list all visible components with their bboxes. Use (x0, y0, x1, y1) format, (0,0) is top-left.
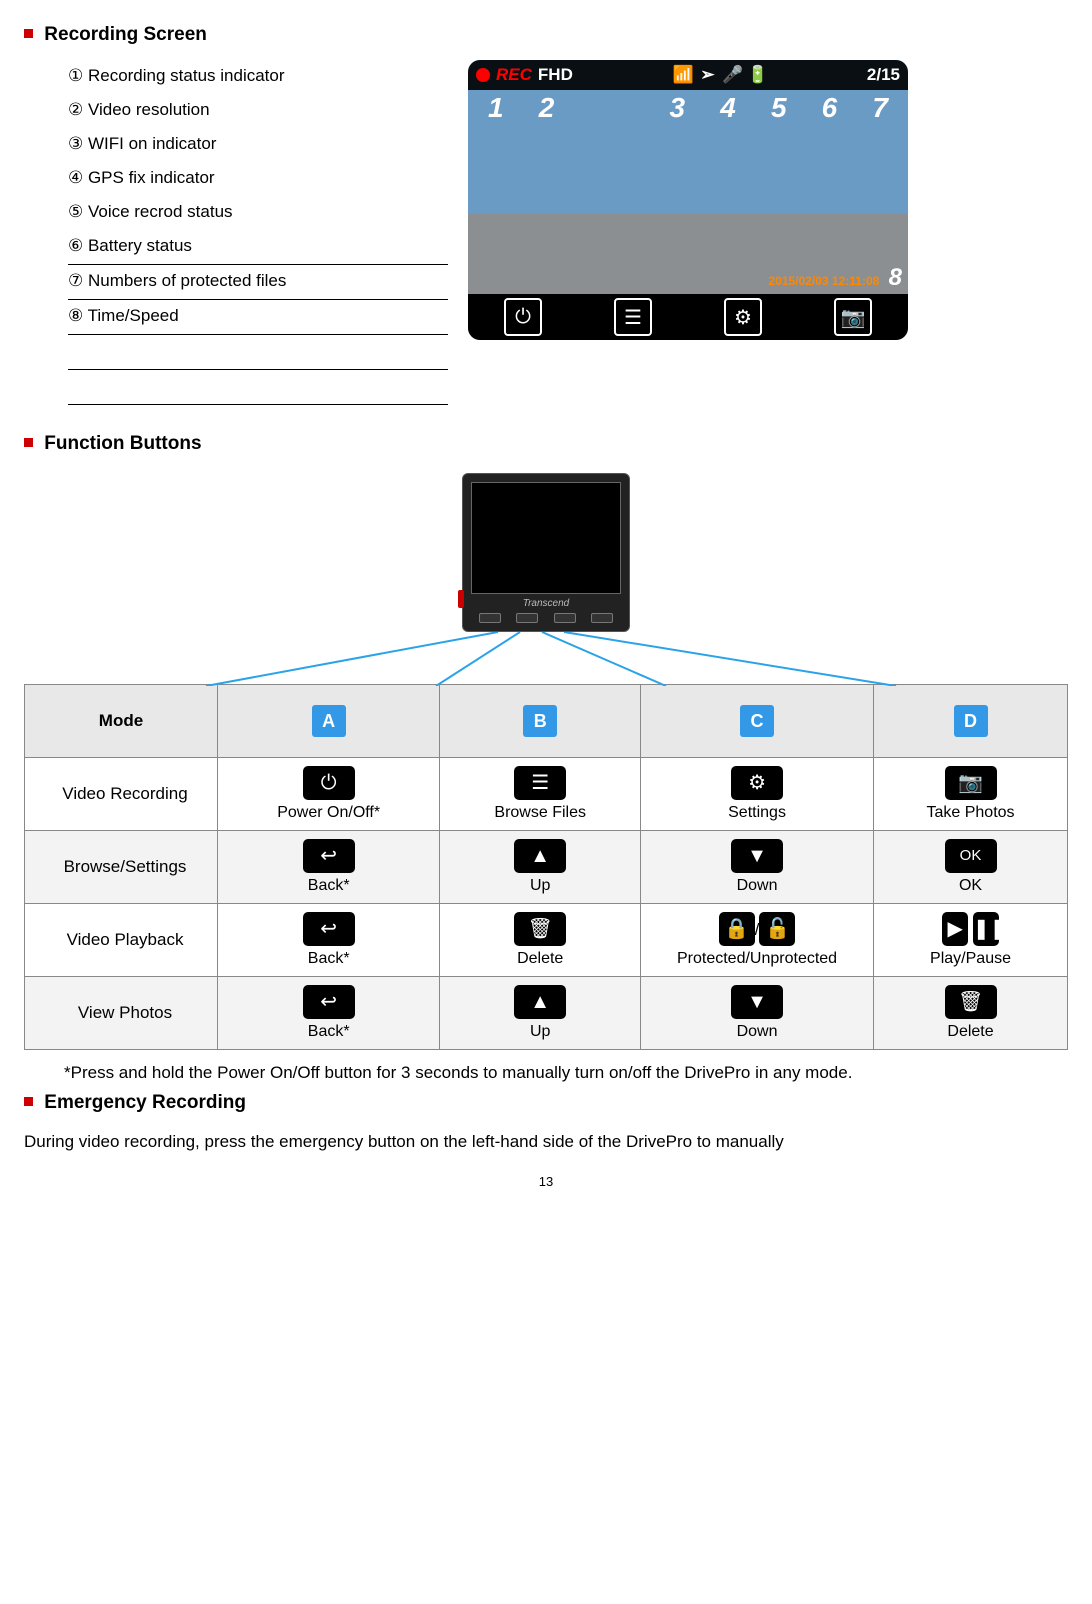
protected-count: 2/15 (867, 65, 900, 85)
list-item: ③ WIFI on indicator (68, 128, 448, 162)
list-item: ⑥ Battery status (68, 230, 448, 265)
function-buttons-table: Mode A B C D Video Recording ⏻Power On/O… (24, 684, 1068, 1050)
mode-cell: Video Recording (25, 758, 218, 831)
list-icon: ☰ (514, 766, 566, 800)
ok-icon: OK (945, 839, 997, 873)
section-title-functions: Function Buttons (24, 433, 1068, 455)
gear-icon: ⚙ (731, 766, 783, 800)
section-title-emergency: Emergency Recording (24, 1092, 1068, 1114)
battery-icon: 🔋 (747, 65, 767, 85)
table-header-mode: Mode (25, 685, 218, 758)
list-icon: ☰ (614, 298, 652, 336)
device-btn-c (554, 613, 576, 623)
table-row: Video Playback ↩Back* 🗑Delete 🔒/🔓 Protec… (25, 904, 1068, 977)
list-item: ⑦ Numbers of protected files (68, 265, 448, 300)
connector-lines (106, 632, 986, 686)
resolution-text: FHD (538, 65, 573, 85)
list-item (68, 370, 448, 405)
unlock-icon: 🔓 (759, 912, 795, 946)
list-item: ④ GPS fix indicator (68, 162, 448, 196)
table-row: View Photos ↩Back* ▲Up ▼Down 🗑Delete (25, 977, 1068, 1050)
bullet-icon (24, 438, 33, 447)
mode-cell: View Photos (25, 977, 218, 1050)
back-icon: ↩ (303, 912, 355, 946)
table-header-b: B (440, 685, 641, 758)
bullet-icon (24, 1097, 33, 1106)
camera-icon: 📷 (834, 298, 872, 336)
device-btn-b (516, 613, 538, 623)
back-icon: ↩ (303, 839, 355, 873)
table-header-d: D (874, 685, 1068, 758)
mic-icon: 🎤 (722, 65, 742, 85)
brand-label: Transcend (471, 598, 621, 609)
record-dot-icon (476, 68, 490, 82)
back-icon: ↩ (303, 985, 355, 1019)
heading-text: Function Buttons (44, 433, 201, 454)
wifi-icon: 📶 (673, 65, 693, 85)
heading-text: Emergency Recording (44, 1092, 246, 1113)
emergency-button-icon (458, 590, 464, 608)
gear-icon: ⚙ (724, 298, 762, 336)
section-title-recording: Recording Screen (24, 24, 1068, 46)
pause-icon: ❚❚ (973, 912, 999, 946)
down-icon: ▼ (731, 985, 783, 1019)
screen-bottom-bar: ⏻ ☰ ⚙ 📷 (468, 294, 908, 340)
down-icon: ▼ (731, 839, 783, 873)
dashcam-screen: REC FHD 📶 ➢ 🎤 🔋 2/15 1 2 3 4 5 6 7 (468, 60, 908, 340)
table-row: Browse/Settings ↩Back* ▲Up ▼Down OKOK (25, 831, 1068, 904)
device-btn-a (479, 613, 501, 623)
lock-icon: 🔒 (719, 912, 755, 946)
table-header-a: A (218, 685, 440, 758)
power-icon: ⏻ (504, 298, 542, 336)
page-number: 13 (24, 1174, 1068, 1189)
up-icon: ▲ (514, 839, 566, 873)
gps-icon: ➢ (698, 65, 718, 85)
list-item: ① Recording status indicator (68, 60, 448, 94)
callout-numbers: 1 2 3 4 5 6 7 (468, 92, 908, 124)
list-item (68, 335, 448, 370)
emergency-body: During video recording, press the emerge… (24, 1128, 1068, 1157)
device-btn-d (591, 613, 613, 623)
up-icon: ▲ (514, 985, 566, 1019)
camera-icon: 📷 (945, 766, 997, 800)
trash-icon: 🗑 (514, 912, 566, 946)
timestamp: 2015/02/03 12:11:08 8 (769, 264, 902, 292)
mode-cell: Browse/Settings (25, 831, 218, 904)
table-row: Video Recording ⏻Power On/Off* ☰Browse F… (25, 758, 1068, 831)
list-item: ⑧ Time/Speed (68, 300, 448, 335)
device-illustration: Transcend (462, 469, 630, 632)
play-icon: ▶ (942, 912, 968, 946)
bullet-icon (24, 29, 33, 38)
table-footnote: *Press and hold the Power On/Off button … (64, 1060, 1068, 1086)
trash-icon: 🗑 (945, 985, 997, 1019)
heading-text: Recording Screen (44, 24, 207, 45)
mode-cell: Video Playback (25, 904, 218, 977)
indicator-list: ① Recording status indicator ② Video res… (24, 60, 448, 405)
rec-text: REC (496, 65, 532, 85)
power-icon: ⏻ (303, 766, 355, 800)
list-item: ⑤ Voice recrod status (68, 196, 448, 230)
table-header-c: C (641, 685, 874, 758)
list-item: ② Video resolution (68, 94, 448, 128)
